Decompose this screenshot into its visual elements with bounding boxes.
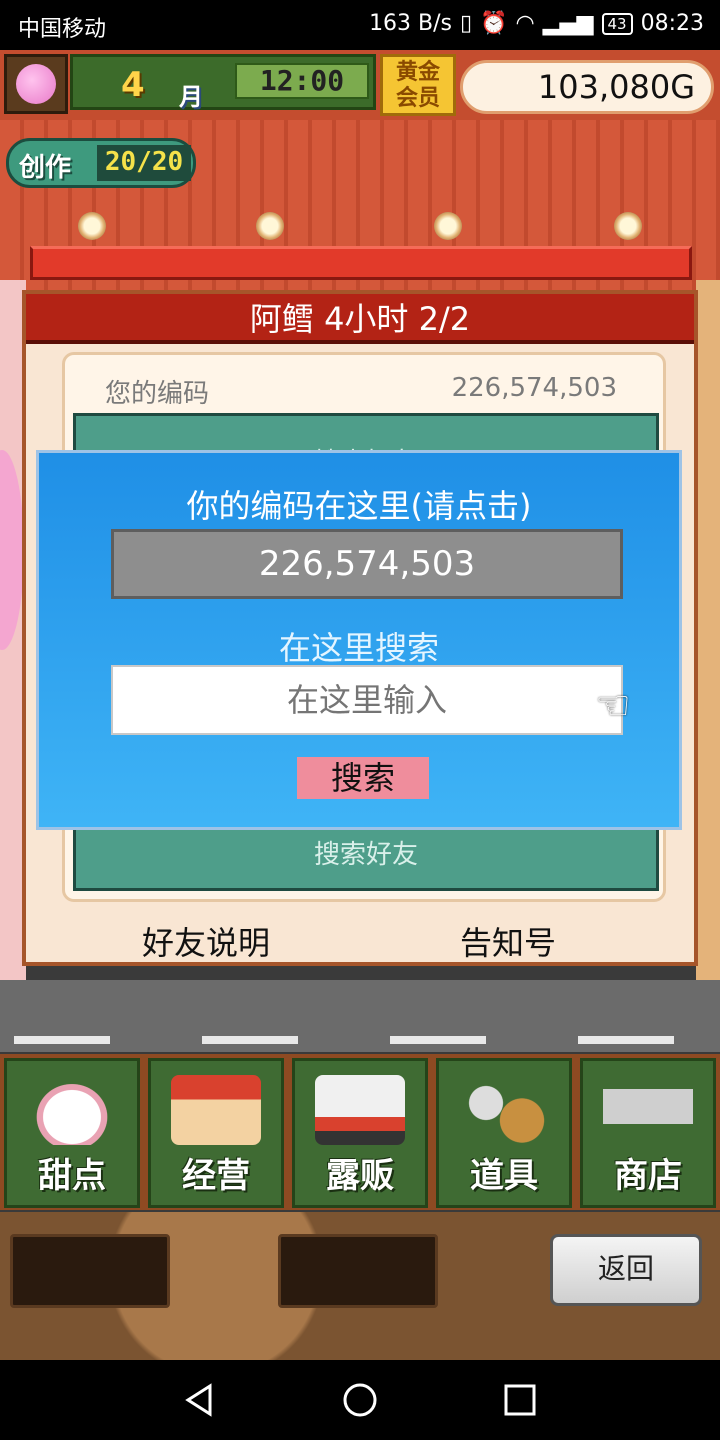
- status-bar: 中国移动 163 B/s ▯ ⏰ ◠ ▂▄▆ 43 08:23: [0, 0, 720, 50]
- menu-item-stall[interactable]: 露贩: [292, 1058, 428, 1208]
- lamp-icon: [256, 212, 284, 240]
- gold-badge-line2: 会员: [395, 86, 440, 111]
- shop-beam: [30, 246, 692, 280]
- menu-label-stall: 露贩: [326, 1156, 394, 1196]
- battery-indicator: 43: [601, 12, 633, 35]
- game-scene: 4 月 12:00 黄金 会员 103,080G 创作 20/20 阿鳕 4小时…: [0, 50, 720, 1360]
- back-button[interactable]: 返回: [550, 1234, 702, 1306]
- lamp-icon: [434, 212, 462, 240]
- status-icons: 163 B/s ▯ ⏰ ◠ ▂▄▆ 43 08:23: [369, 11, 704, 36]
- home-circle-icon[interactable]: [340, 1380, 380, 1420]
- menu-label-manage: 经营: [182, 1156, 250, 1196]
- food-truck-icon: [315, 1075, 405, 1145]
- menu-label-store: 商店: [614, 1156, 682, 1196]
- your-code-button[interactable]: 226,574,503: [111, 529, 623, 599]
- menu-label-dessert: 甜点: [38, 1156, 106, 1196]
- main-menu: 甜点 经营 露贩 道具 商店: [0, 1054, 720, 1210]
- empty-slot: [278, 1234, 438, 1308]
- dialog-title: 你的编码在这里(请点击): [186, 487, 532, 525]
- gold-member-badge[interactable]: 黄金 会员: [380, 54, 456, 116]
- back-triangle-icon[interactable]: [180, 1380, 220, 1420]
- money-amount: 103,080: [537, 68, 671, 106]
- recents-square-icon[interactable]: [500, 1380, 540, 1420]
- shop-wall-right: [696, 280, 720, 980]
- craft-value: 20/20: [97, 145, 191, 181]
- vibrate-icon: ▯: [460, 11, 473, 36]
- your-code-label: 您的编码: [105, 379, 210, 409]
- shop-icon: [171, 1075, 261, 1145]
- currency-symbol: G: [670, 68, 695, 106]
- menu-item-store[interactable]: 商店: [580, 1058, 716, 1208]
- navigation-bar: [0, 1360, 720, 1440]
- clock: 08:23: [640, 11, 704, 36]
- money-display: 103,080G: [460, 60, 714, 114]
- pointing-hand-icon: ☜: [595, 683, 631, 729]
- pink-tree-icon: [16, 64, 56, 104]
- cake-icon: [27, 1075, 117, 1145]
- search-friend-text: 搜索好友: [313, 840, 418, 870]
- panel-title: 阿鳕 4小时 2/2: [26, 294, 694, 344]
- gear-bag-icon: [459, 1075, 549, 1145]
- menu-label-items: 道具: [470, 1156, 538, 1196]
- month-number: 4: [121, 65, 145, 105]
- cart-icon: [603, 1075, 693, 1145]
- your-code-value: 226,574,503: [451, 373, 617, 403]
- road-stripe: [14, 1036, 110, 1044]
- lamp-icon: [78, 212, 106, 240]
- empty-slot: [10, 1234, 170, 1308]
- friend-help-button[interactable]: 好友说明: [142, 918, 270, 964]
- network-speed: 163 B/s: [369, 11, 453, 36]
- search-dialog: 你的编码在这里(请点击) 226,574,503 在这里搜索 ☜ 搜索: [36, 450, 682, 830]
- game-clock: 12:00: [235, 63, 369, 99]
- friend-code-input[interactable]: [111, 665, 623, 735]
- menu-item-items[interactable]: 道具: [436, 1058, 572, 1208]
- menu-item-dessert[interactable]: 甜点: [4, 1058, 140, 1208]
- menu-item-manage[interactable]: 经营: [148, 1058, 284, 1208]
- bottom-bar: 返回: [0, 1212, 720, 1360]
- notice-button[interactable]: 告知号: [460, 918, 556, 964]
- road-stripe: [578, 1036, 674, 1044]
- alarm-icon: ⏰: [480, 11, 508, 36]
- search-button[interactable]: 搜索: [297, 757, 429, 799]
- lamp-icon: [614, 212, 642, 240]
- gold-badge-line1: 黄金: [395, 60, 440, 85]
- month-label: 月: [179, 83, 203, 111]
- calendar-display: 4 月 12:00: [70, 54, 376, 111]
- craft-counter[interactable]: 创作 20/20: [6, 138, 196, 188]
- road-stripe: [390, 1036, 486, 1044]
- road-stripe: [202, 1036, 298, 1044]
- craft-label: 创作: [19, 153, 72, 183]
- search-label: 在这里搜索: [278, 629, 439, 667]
- shop-avatar[interactable]: [4, 54, 68, 114]
- signal-icon: ▂▄▆: [542, 11, 594, 36]
- carrier-name: 中国移动: [18, 17, 107, 42]
- wifi-icon: ◠: [515, 11, 535, 36]
